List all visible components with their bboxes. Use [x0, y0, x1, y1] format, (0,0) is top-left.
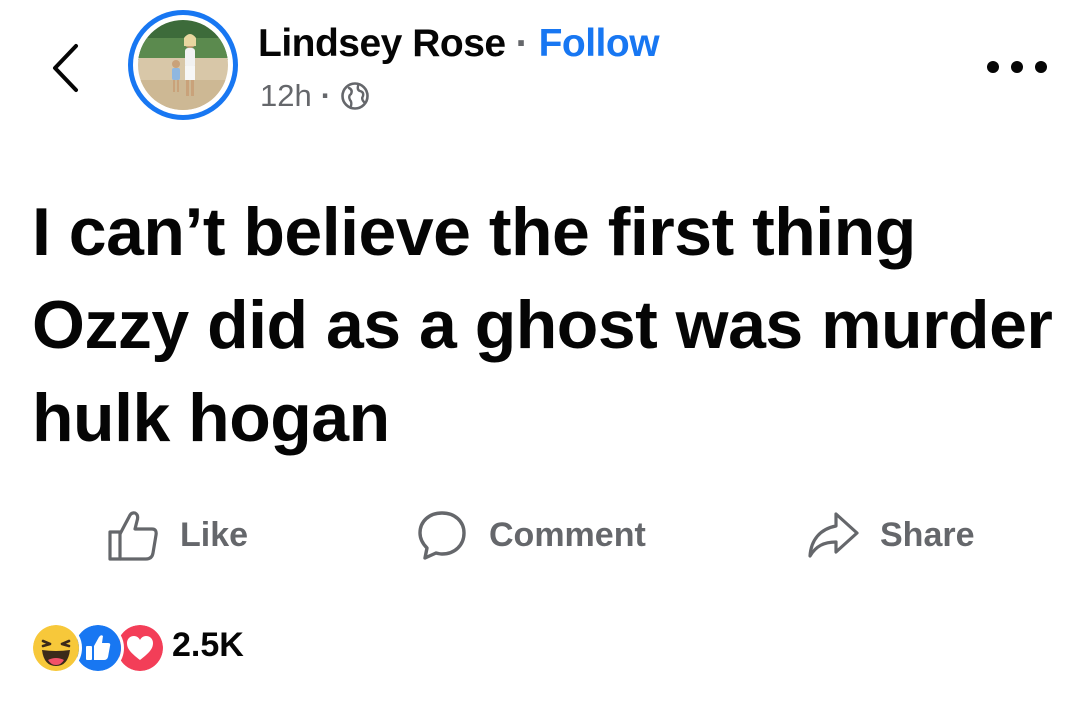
post-text: I can’t believe the first thing Ozzy did…: [32, 194, 1053, 456]
comment-icon: [418, 511, 466, 560]
chevron-left-icon: [53, 44, 78, 92]
like-button[interactable]: Like: [106, 500, 248, 570]
share-button[interactable]: Share: [806, 500, 975, 570]
thumbs-up-icon: [108, 511, 158, 561]
more-icon: [987, 61, 1047, 73]
avatar[interactable]: [128, 10, 238, 120]
author-name[interactable]: Lindsey Rose: [258, 22, 506, 66]
haha-reaction-icon: [30, 622, 82, 674]
post-header: Lindsey Rose · Follow 12h ·: [0, 0, 1080, 140]
like-label: Like: [180, 515, 249, 554]
more-options-button[interactable]: [982, 52, 1052, 82]
separator-dot: ·: [515, 22, 529, 65]
reactions-summary[interactable]: 2.5K: [30, 615, 244, 675]
timestamp[interactable]: 12h: [260, 78, 312, 114]
author-line: Lindsey Rose · Follow: [258, 20, 660, 68]
comment-label: Comment: [489, 515, 646, 554]
post-meta: 12h ·: [260, 76, 370, 116]
avatar-photo: [138, 20, 228, 110]
comment-button[interactable]: Comment: [415, 500, 646, 570]
share-label: Share: [880, 515, 975, 554]
meta-separator: ·: [320, 78, 332, 113]
follow-button[interactable]: Follow: [539, 22, 660, 66]
share-icon: [808, 512, 859, 558]
globe-icon: [341, 82, 369, 110]
reaction-icons: [30, 620, 166, 674]
back-button[interactable]: [40, 40, 90, 96]
reaction-count: 2.5K: [172, 625, 244, 664]
post-actions-bar: Like Comment Share: [0, 500, 1080, 570]
